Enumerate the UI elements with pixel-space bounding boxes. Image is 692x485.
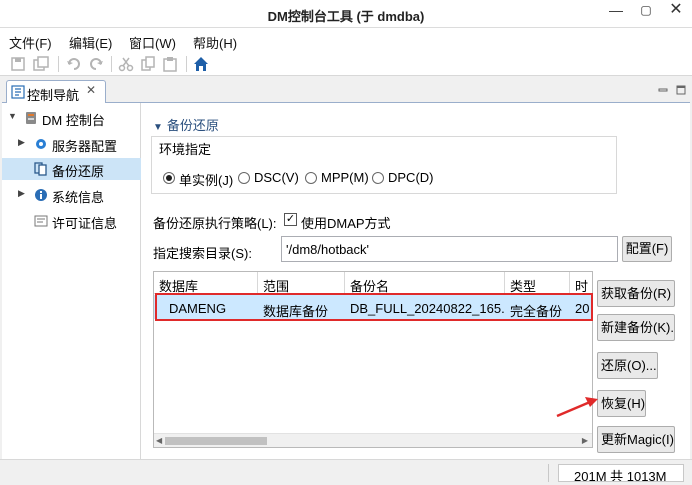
search-dir-label: 指定搜索目录(S): — [153, 246, 252, 261]
column-header-backup-name[interactable]: 备份名 — [345, 272, 505, 294]
minimize-view-icon[interactable] — [658, 85, 668, 95]
new-backup-button[interactable]: 新建备份(K)... — [597, 314, 675, 341]
navigation-tree: ▼ DM 控制台 ▶ 服务器配置 备份还原 ▶ 系统信息 许可证信息 — [2, 103, 141, 459]
menu-bar: 文件(F) 编辑(E) 窗口(W) 帮助(H) — [0, 28, 692, 52]
collapse-arrow-icon[interactable]: ▼ — [8, 111, 17, 121]
license-icon — [34, 215, 48, 227]
expand-arrow-icon[interactable]: ▶ — [18, 137, 25, 148]
strategy-label: 备份还原执行策略(L): — [153, 216, 277, 231]
scrollbar-thumb[interactable] — [165, 437, 267, 445]
radio-circle — [238, 172, 250, 184]
radio-circle — [372, 172, 384, 184]
status-separator — [548, 464, 549, 482]
radio-label: DPC(D) — [388, 170, 434, 185]
maximize-button[interactable]: ▢ — [631, 0, 661, 22]
radio-label: DSC(V) — [254, 170, 299, 185]
memory-indicator[interactable]: 201M 共 1013M — [558, 464, 684, 482]
navigation-icon — [11, 85, 25, 99]
toolbar — [0, 52, 692, 76]
column-header-database[interactable]: 数据库 — [154, 272, 258, 294]
tab-close-icon[interactable]: ✕ — [86, 83, 96, 97]
cell-backup-name: DB_FULL_20240822_165... — [350, 301, 505, 316]
section-header[interactable]: ▼ 备份还原 — [153, 115, 219, 134]
radio-circle — [305, 172, 317, 184]
tree-item-label: 系统信息 — [52, 190, 105, 205]
title-bar: DM控制台工具 (于 dmdba) — ▢ ✕ — [0, 0, 692, 28]
toolbar-separator — [186, 56, 187, 72]
maximize-view-icon[interactable] — [676, 85, 686, 95]
get-backup-button[interactable]: 获取备份(R) — [597, 280, 675, 307]
cell-type: 完全备份 — [510, 304, 563, 319]
cell-database: DAMENG — [169, 301, 227, 316]
backup-restore-panel: ▼ 备份还原 环境指定 单实例(J) DSC(V) MPP(M) DPC(D) 备… — [141, 103, 690, 459]
database-server-icon — [26, 112, 36, 124]
backup-table: 数据库 范围 备份名 类型 时 DAMENG 数据库备份 DB_FULL_202… — [153, 271, 593, 448]
search-dir-input[interactable]: '/dm8/hotback' — [281, 236, 618, 262]
config-button[interactable]: 配置(F) — [622, 236, 672, 262]
menu-edit[interactable]: 编辑(E) — [69, 33, 112, 52]
cell-time: 20 — [575, 301, 590, 316]
collapse-triangle-icon: ▼ — [153, 122, 163, 133]
tree-item-system-info[interactable]: ▶ 系统信息 — [2, 184, 141, 206]
dmap-checkbox[interactable]: ✓ — [284, 213, 297, 226]
tree-root-dm-console[interactable]: ▼ DM 控制台 — [2, 107, 141, 129]
scroll-right-icon[interactable]: ▶ — [582, 436, 588, 445]
cut-icon[interactable] — [118, 56, 134, 72]
column-header-time[interactable]: 时 — [570, 272, 592, 294]
backup-icon — [34, 162, 47, 176]
paste-icon[interactable] — [162, 56, 178, 72]
save-all-icon[interactable] — [33, 56, 49, 72]
horizontal-scrollbar[interactable]: ◀ ▶ — [154, 433, 592, 447]
tree-item-license-info[interactable]: 许可证信息 — [2, 210, 141, 232]
radio-label: 单实例(J) — [179, 173, 234, 188]
window-title: DM控制台工具 (于 dmdba) — [267, 9, 425, 24]
update-magic-button[interactable]: 更新Magic(I) — [597, 426, 675, 453]
copy-icon[interactable] — [140, 56, 156, 72]
menu-window[interactable]: 窗口(W) — [129, 33, 176, 52]
tree-item-label: 备份还原 — [52, 164, 105, 179]
scroll-left-icon[interactable]: ◀ — [156, 436, 162, 445]
tab-label: 控制导航 — [27, 88, 80, 103]
column-header-type[interactable]: 类型 — [505, 272, 570, 294]
minimize-button[interactable]: — — [601, 0, 631, 22]
menu-file[interactable]: 文件(F) — [9, 33, 52, 52]
section-title: 备份还原 — [166, 118, 219, 133]
tree-item-label: 许可证信息 — [52, 216, 118, 231]
environment-group-label: 环境指定 — [157, 139, 214, 158]
tree-item-label: 服务器配置 — [52, 139, 118, 154]
cell-scope: 数据库备份 — [263, 304, 329, 319]
tab-control-navigation[interactable]: 控制导航 ✕ — [6, 80, 106, 103]
info-icon — [35, 189, 47, 201]
view-tab-bar: 控制导航 ✕ — [2, 79, 690, 103]
expand-arrow-icon[interactable]: ▶ — [18, 188, 25, 199]
tree-item-label: DM 控制台 — [42, 113, 105, 128]
column-header-scope[interactable]: 范围 — [258, 272, 345, 294]
undo-icon[interactable] — [66, 56, 82, 72]
tree-item-backup-restore[interactable]: 备份还原 — [2, 158, 141, 180]
status-bar: 201M 共 1013M — [0, 459, 692, 485]
close-button[interactable]: ✕ — [660, 0, 692, 22]
redo-icon[interactable] — [88, 56, 104, 72]
save-icon[interactable] — [10, 56, 26, 72]
gear-icon — [36, 139, 46, 149]
menu-help[interactable]: 帮助(H) — [193, 33, 237, 52]
restore-button[interactable]: 还原(O)... — [597, 352, 658, 379]
home-icon[interactable] — [193, 56, 209, 72]
radio-label: MPP(M) — [321, 170, 369, 185]
dmap-checkbox-label[interactable]: 使用DMAP方式 — [301, 213, 391, 232]
toolbar-separator — [111, 56, 112, 72]
radio-circle — [163, 172, 175, 184]
table-row[interactable]: DAMENG 数据库备份 DB_FULL_20240822_165... 完全备… — [154, 295, 592, 319]
toolbar-separator — [58, 56, 59, 72]
recover-button[interactable]: 恢复(H) — [597, 390, 646, 417]
tree-item-server-config[interactable]: ▶ 服务器配置 — [2, 133, 141, 155]
table-header: 数据库 范围 备份名 类型 时 — [154, 272, 592, 294]
